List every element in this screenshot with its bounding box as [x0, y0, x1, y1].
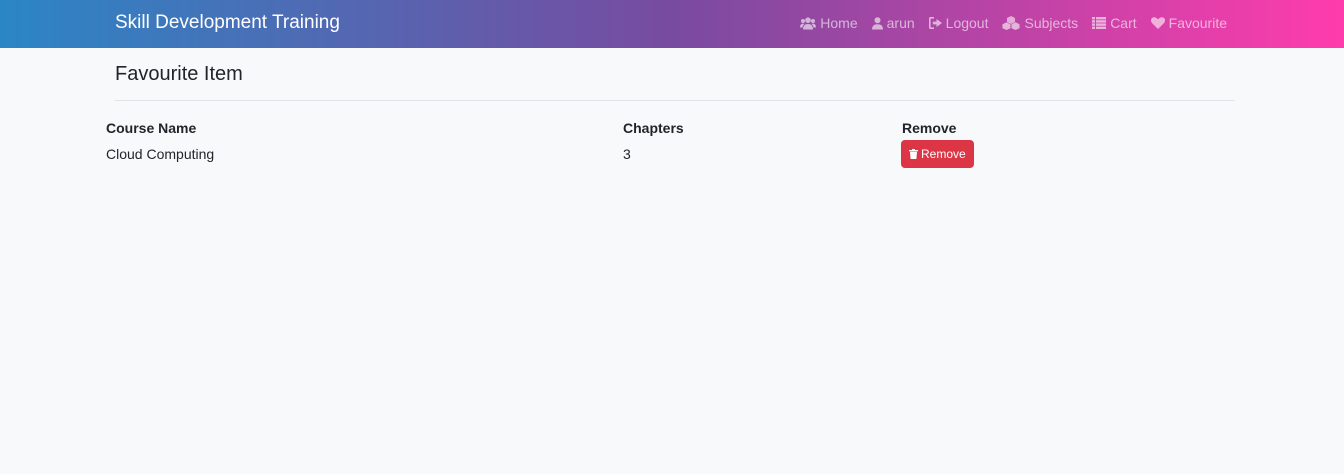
chapters-cell: 3 [623, 146, 631, 162]
sign-out-icon [928, 17, 942, 29]
table-header-chapters: Chapters [623, 120, 684, 136]
nav-link-label: Home [820, 15, 858, 31]
page-title: Favourite Item [115, 63, 243, 85]
heart-icon [1150, 17, 1165, 29]
nav-link-user[interactable]: arun [871, 15, 915, 31]
table-header-remove: Remove [902, 120, 957, 136]
remove-button[interactable]: Remove [901, 140, 974, 168]
users-icon [800, 16, 817, 30]
table-header-course-name: Course Name [106, 120, 197, 136]
nav-link-label: Cart [1110, 15, 1137, 31]
navbar: Skill Development Training Home arun Log… [0, 0, 1344, 48]
nav-link-cart[interactable]: Cart [1092, 15, 1137, 31]
trash-icon [909, 149, 918, 159]
nav-link-label: Logout [945, 15, 989, 31]
brand-link[interactable]: Skill Development Training [115, 12, 340, 34]
nav-link-home[interactable]: Home [800, 15, 858, 31]
cubes-icon [1002, 16, 1020, 30]
user-icon [871, 16, 883, 30]
nav-link-label: Favourite [1168, 15, 1227, 31]
nav-links: Home arun Logout Subjects Cart Favourite [800, 15, 1227, 31]
nav-link-label: arun [886, 15, 915, 31]
course-name-cell: Cloud Computing [106, 146, 215, 162]
divider [115, 100, 1235, 101]
nav-link-subjects[interactable]: Subjects [1002, 15, 1078, 31]
nav-link-logout[interactable]: Logout [928, 15, 989, 31]
nav-link-label: Subjects [1024, 15, 1079, 31]
nav-link-favourite[interactable]: Favourite [1150, 15, 1227, 31]
list-icon [1092, 17, 1107, 29]
remove-button-label: Remove [921, 147, 966, 161]
